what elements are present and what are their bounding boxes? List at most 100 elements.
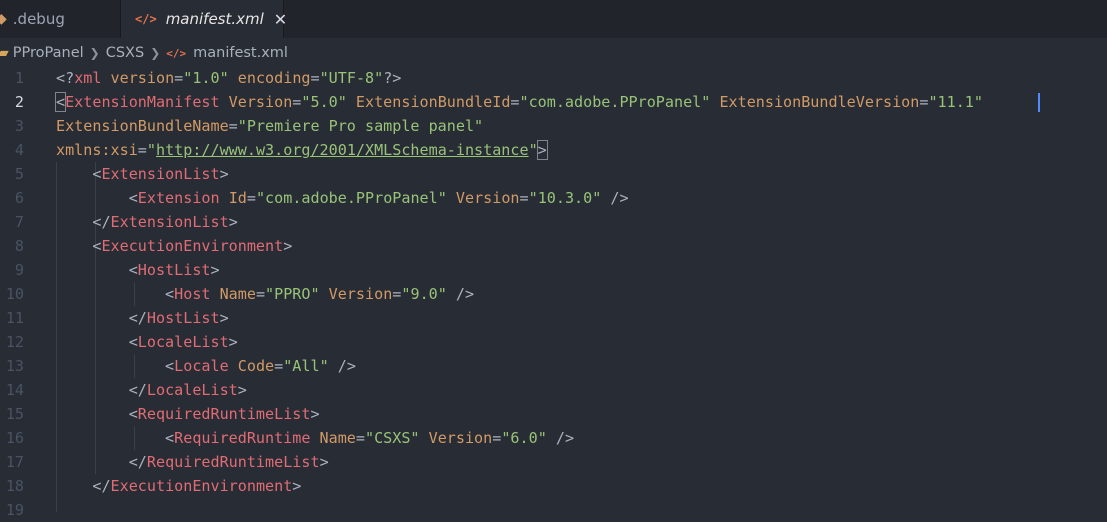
code-line[interactable]: 4 xmlns:xsi="http://www.w3.org/2001/XMLSc… [0,138,1107,162]
line-number: 5 [14,165,24,183]
code-token: > [319,453,329,471]
code-token: = [228,117,238,135]
code-line[interactable]: 16 <RequiredRuntime Name="CSXS" Version=… [0,426,1107,450]
line-number: 6 [14,189,24,207]
code-token: > [283,237,293,255]
code-token: LocaleList [137,333,229,351]
code-token: encoding [237,69,311,87]
code-token: < [165,357,175,375]
code-line[interactable]: 6 <Extension Id="com.adobe.PProPanel" Ve… [0,186,1107,210]
code-token: </ [128,453,147,471]
code-token[interactable]: http://www.w3.org/2001/XMLSchema-instanc… [156,141,529,159]
code-token: ExtensionList [110,213,229,231]
close-icon[interactable]: ✕ [274,10,287,29]
code-token: "CSXS" [365,429,420,447]
code-line[interactable]: 11 </HostList> [0,306,1107,330]
code-token: </ [128,309,147,327]
code-token: version [110,69,175,87]
code-line[interactable]: 13 <Locale Code="All" /> [0,354,1107,378]
line-number: 15 [5,405,24,423]
code-token: < [128,261,138,279]
chevron-right-icon: ❯ [150,46,161,60]
breadcrumb-item-manifest[interactable]: manifest.xml [193,45,288,61]
code-token: ExtensionBundleVersion [719,93,920,111]
code-token: ExtensionBundleName [56,117,229,135]
code-line[interactable]: 5 <ExtensionList> [0,162,1107,186]
code-text: <?xml version="1.0" encoding="UTF-8"?> [56,66,401,90]
code-line[interactable]: 19 [0,498,1107,522]
breadcrumb-item-csxs[interactable]: CSXS [106,45,144,61]
code-editor[interactable]: 1 <?xml version="1.0" encoding="UTF-8"?> 2… [0,66,1107,519]
code-line[interactable]: 1 <?xml version="1.0" encoding="UTF-8"?> [0,66,1107,90]
code-token: "9.0" [401,285,447,303]
code-line[interactable]: 10 <Host Name="PPRO" Version="9.0" /> [0,282,1107,306]
code-token: < [165,285,175,303]
code-line[interactable]: 12 <LocaleList> [0,330,1107,354]
breadcrumb: ▰ PProPanel ❯ CSXS ❯ </> manifest.xml [0,42,1107,64]
code-token: Code [237,357,275,375]
code-token: " [146,141,156,159]
code-token: Name [219,285,256,303]
code-line[interactable]: 8 <ExecutionEnvironment> [0,234,1107,258]
code-token: "UTF-8" [319,69,384,87]
code-text: <RequiredRuntime Name="CSXS" Version="6.… [56,426,574,450]
code-token: "1.0" [183,69,229,87]
code-token: /> [328,357,356,375]
code-token: = [355,429,365,447]
line-number: 8 [14,237,24,255]
code-token: /> [546,429,575,447]
code-token: = [274,357,284,375]
code-token: > [219,309,229,327]
code-text: <Extension Id="com.adobe.PProPanel" Vers… [56,186,629,210]
code-line[interactable]: 9 <HostList> [0,258,1107,282]
tab-debug[interactable]: ◆ .debug [0,0,120,38]
code-line[interactable]: 17 </RequiredRuntimeList> [0,450,1107,474]
code-text: <ExecutionEnvironment> [56,234,292,258]
code-text: <ExtensionList> [56,162,228,186]
code-token: ExecutionEnvironment [101,237,284,255]
code-line[interactable]: 18 </ExecutionEnvironment> [0,474,1107,498]
code-text: </HostList> [56,306,229,330]
code-line[interactable]: 3 ExtensionBundleName="Premiere Pro sampl… [0,114,1107,138]
line-number: 14 [5,381,24,399]
code-token: "PPRO" [265,285,320,303]
text-cursor [1038,93,1040,112]
code-token: HostList [146,309,220,327]
code-text: </ExecutionEnvironment> [56,474,301,498]
line-number: 13 [5,357,24,375]
code-token: </ [92,477,111,495]
tab-manifest-xml[interactable]: </> manifest.xml ✕ [120,0,287,38]
tab-label: manifest.xml [165,10,264,28]
code-token: Version [428,429,493,447]
folder-icon: ▰ [0,45,9,61]
code-token: HostList [137,261,211,279]
code-token: "Premiere Pro sample panel" [237,117,484,135]
code-token: Version [328,285,393,303]
code-text: <Locale Code="All" /> [56,354,356,378]
code-token: "5.0" [301,93,347,111]
code-token: RequiredRuntimeList [137,405,311,423]
code-line[interactable]: 14 </LocaleList> [0,378,1107,402]
code-token: > [292,477,302,495]
code-text: <ExtensionManifest Version="5.0" Extensi… [55,90,983,114]
line-number: 18 [5,477,24,495]
code-token: Extension [137,189,220,207]
code-token: ExecutionEnvironment [110,477,293,495]
code-text: <RequiredRuntimeList> [56,402,320,426]
code-token: "10.3.0" [528,189,602,207]
code-line[interactable]: 7 </ExtensionList> [0,210,1107,234]
breadcrumb-item-pheropanel[interactable]: PProPanel [13,45,84,61]
code-line[interactable]: 15 <RequiredRuntimeList> [0,402,1107,426]
line-number: 4 [14,141,24,159]
code-token: < [128,405,138,423]
code-line[interactable]: 2 <ExtensionManifest Version="5.0" Extens… [0,90,1107,114]
